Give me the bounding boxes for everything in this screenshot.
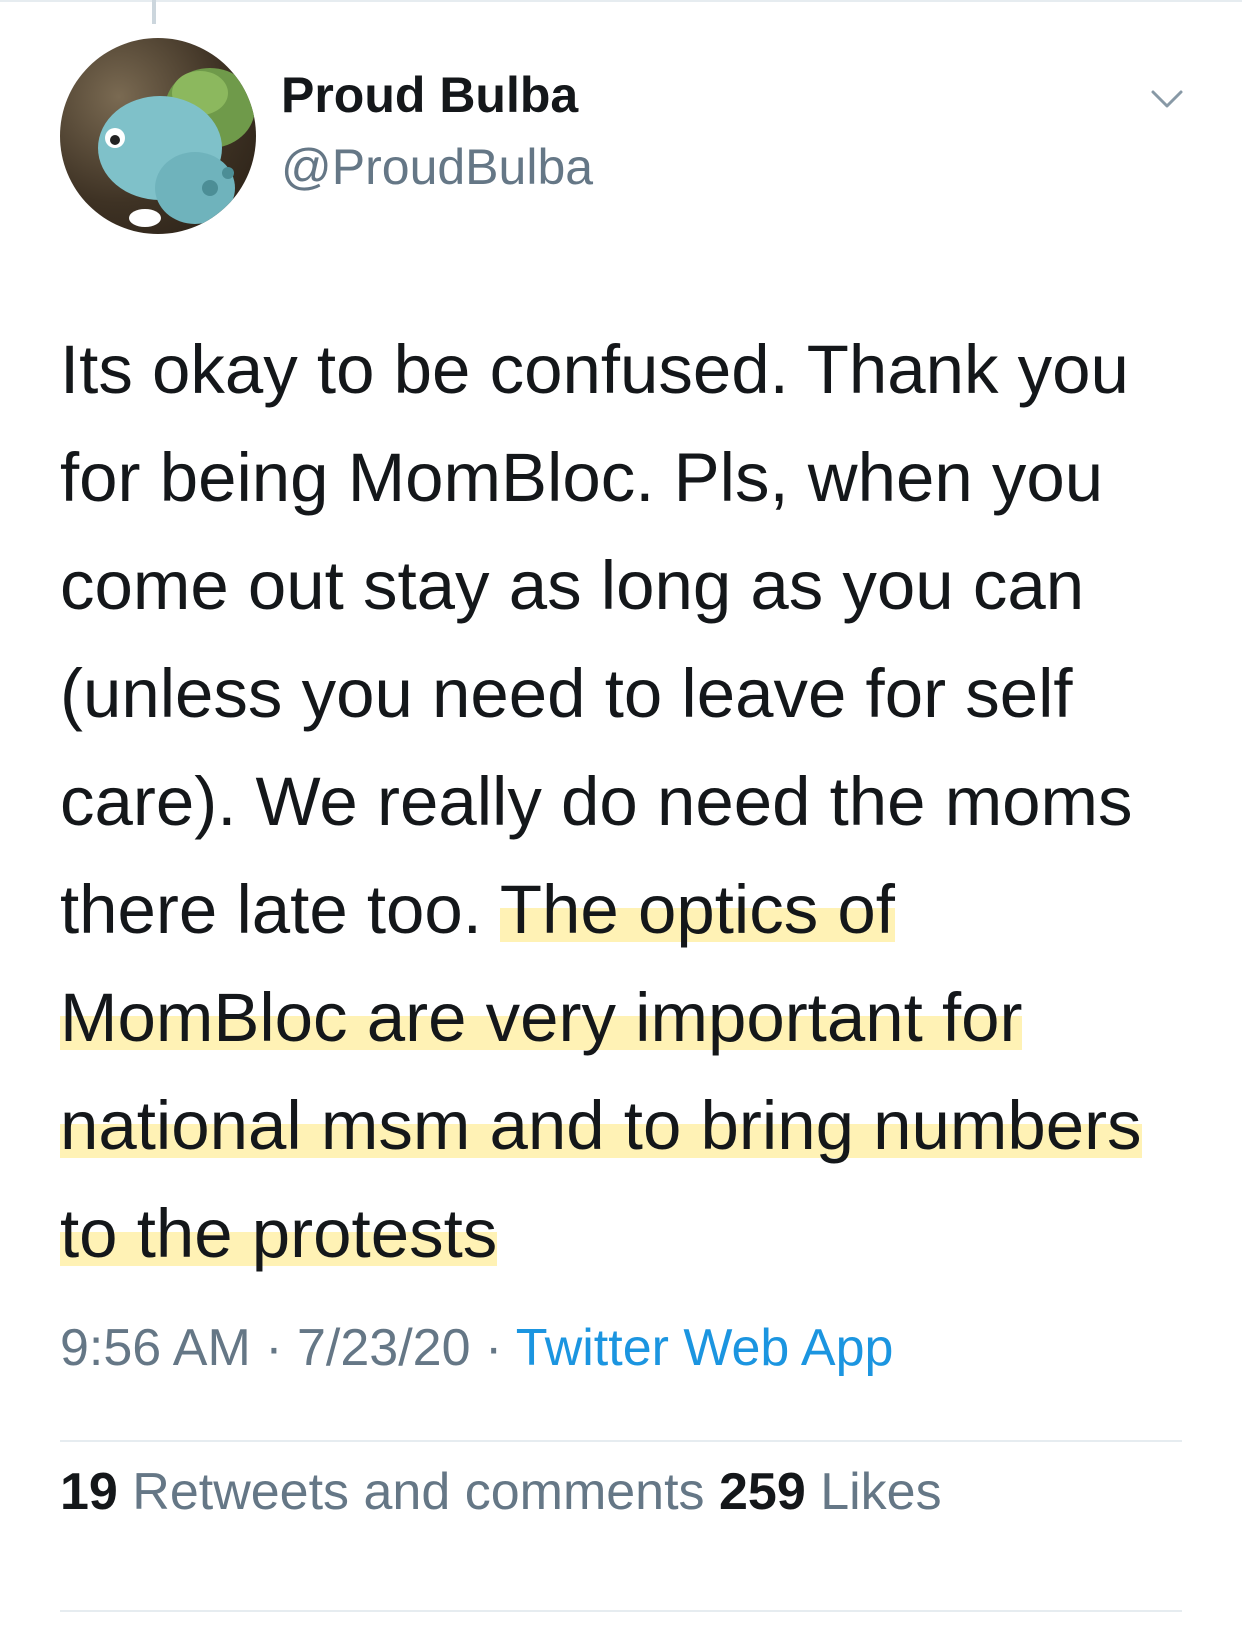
tweet-time[interactable]: 9:56 AM — [60, 1319, 251, 1377]
top-divider — [0, 0, 1242, 2]
bulbasaur-avatar-icon — [98, 68, 255, 227]
retweets-stat[interactable]: 19 Retweets and comments — [60, 1463, 719, 1521]
thread-connector-line — [152, 0, 156, 24]
tweet-text-plain: Its okay to be confused. Thank you for b… — [60, 331, 1133, 948]
likes-label: Likes — [805, 1463, 942, 1521]
chevron-down-icon[interactable] — [1150, 88, 1184, 110]
divider — [60, 1440, 1182, 1442]
retweets-label: Retweets and comments — [117, 1463, 719, 1521]
avatar[interactable] — [60, 38, 256, 234]
tweet-date[interactable]: 7/23/20 — [297, 1319, 471, 1377]
author-handle[interactable]: @ProudBulba — [281, 138, 593, 196]
retweets-count: 19 — [60, 1463, 118, 1521]
meta-separator: · — [250, 1319, 298, 1377]
tweet-text: Its okay to be confused. Thank you for b… — [60, 316, 1200, 1288]
likes-stat[interactable]: 259 Likes — [719, 1463, 942, 1521]
tweet-source-link[interactable]: Twitter Web App — [516, 1319, 894, 1377]
tweet-metadata: 9:56 AM · 7/23/20 · Twitter Web App — [60, 1318, 893, 1378]
likes-count: 259 — [719, 1463, 806, 1521]
tweet-stats: 19 Retweets and comments 259 Likes — [60, 1462, 942, 1522]
divider — [60, 1610, 1182, 1612]
author-display-name[interactable]: Proud Bulba — [281, 66, 578, 124]
meta-separator: · — [470, 1319, 516, 1377]
